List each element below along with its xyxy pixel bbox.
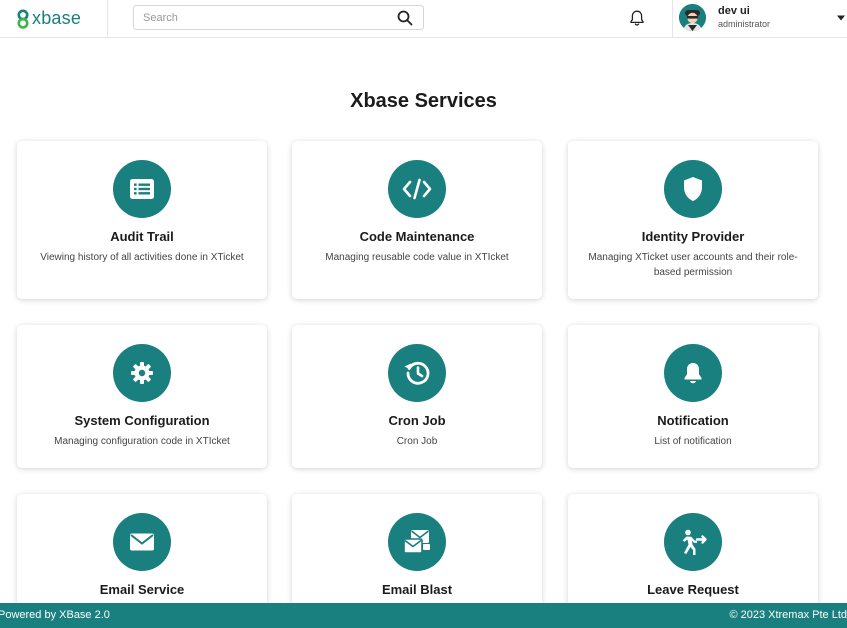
logo-text: xbase [32, 8, 82, 28]
card-title: Email Blast [381, 582, 453, 597]
card-description: Managing reusable code value in XTIcket [325, 252, 509, 263]
footer-copyright: © 2023 Xtremax Pte Ltd [729, 609, 847, 621]
code-icon [388, 160, 446, 218]
gear-icon [113, 344, 171, 402]
header-divider [672, 0, 673, 38]
avatar[interactable] [679, 4, 706, 31]
service-card-notification[interactable]: Notification List of notification [568, 325, 818, 468]
envelope-icon [113, 513, 171, 571]
search-input[interactable] [143, 9, 383, 27]
card-title: Cron Job [388, 413, 446, 428]
top-header: xbase dev ui administrator [0, 0, 847, 38]
footer-powered-by: Powered by XBase 2.0 [0, 609, 110, 621]
card-title: Notification [657, 413, 729, 428]
header-divider [107, 0, 108, 38]
user-avatar-icon [679, 4, 706, 31]
email-blast-icon [388, 513, 446, 571]
card-title: Identity Provider [641, 229, 745, 244]
page-title: Xbase Services [350, 90, 497, 112]
service-card-cron-job[interactable]: Cron Job Cron Job [292, 325, 542, 468]
user-role: administrator [718, 19, 771, 29]
xbase-logo[interactable]: xbase [16, 8, 81, 29]
history-icon [388, 344, 446, 402]
caret-down-icon[interactable] [836, 14, 846, 22]
card-description: Cron Job [396, 436, 438, 447]
xbase-logo-icon [17, 9, 29, 29]
card-title: Leave Request [647, 582, 739, 597]
card-description: Viewing history of all activities done i… [40, 252, 244, 263]
search-box[interactable] [133, 5, 424, 30]
bell-icon [664, 344, 722, 402]
card-description: Managing XTicket user accounts and their… [588, 252, 798, 278]
service-card-system-configuration[interactable]: System Configuration Managing configurat… [17, 325, 267, 468]
card-title: Audit Trail [110, 229, 174, 244]
card-description: List of notification [654, 436, 732, 447]
service-card-audit-trail[interactable]: Audit Trail Viewing history of all activ… [17, 141, 267, 299]
footer: Powered by XBase 2.0 © 2023 Xtremax Pte … [0, 603, 847, 628]
card-title: Code Maintenance [359, 229, 475, 244]
card-title: Email Service [99, 582, 185, 597]
list-icon [113, 160, 171, 218]
service-card-code-maintenance[interactable]: Code Maintenance Managing reusable code … [292, 141, 542, 299]
card-description: Managing configuration code in XTIcket [54, 436, 230, 447]
notification-bell-icon[interactable] [628, 9, 646, 27]
leave-icon [664, 513, 722, 571]
search-icon[interactable] [397, 10, 413, 26]
card-title: System Configuration [74, 413, 210, 428]
shield-icon [664, 160, 722, 218]
user-name[interactable]: dev ui [718, 5, 750, 17]
service-card-identity-provider[interactable]: Identity Provider Managing XTicket user … [568, 141, 818, 299]
